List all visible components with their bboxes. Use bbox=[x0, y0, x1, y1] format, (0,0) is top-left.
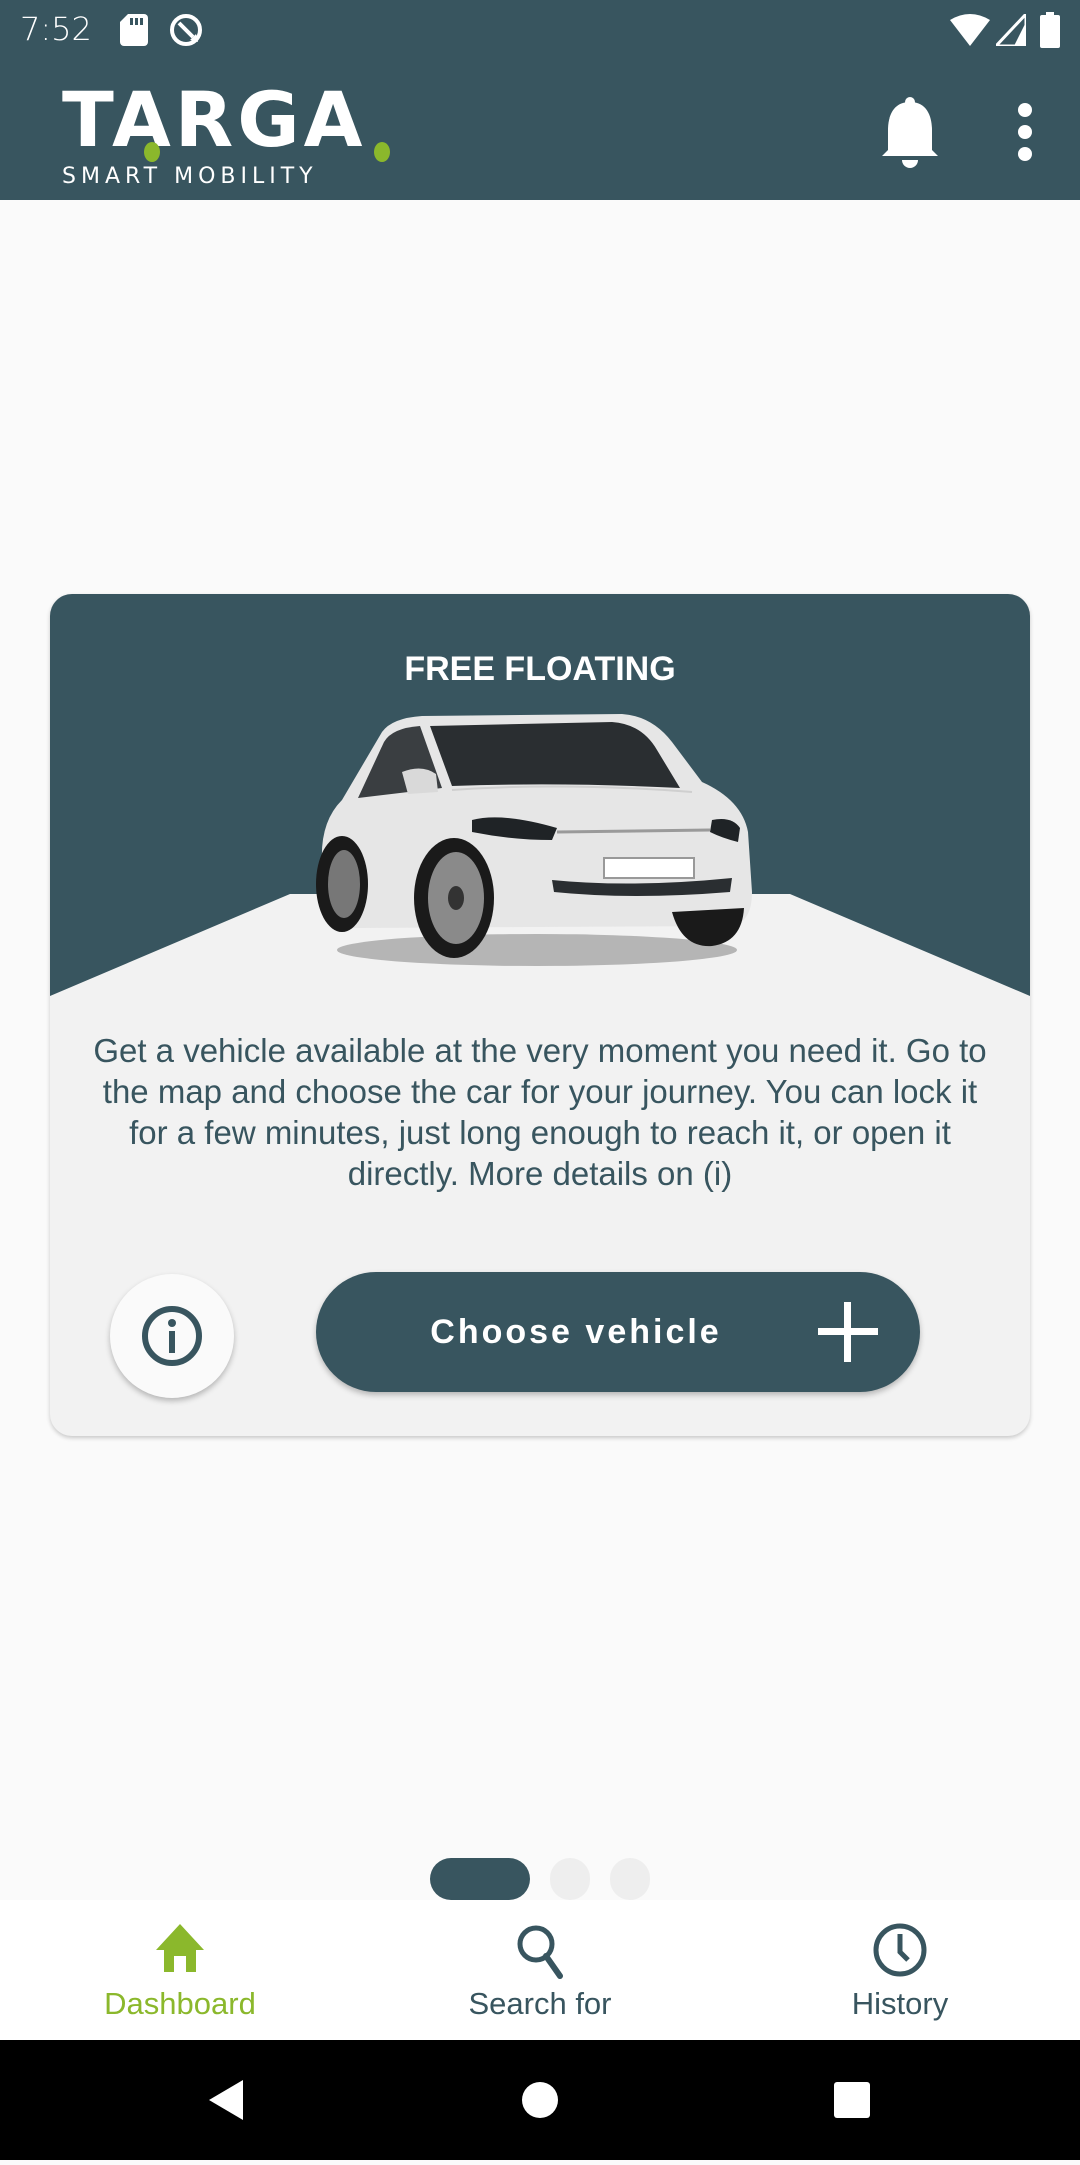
page-dot[interactable] bbox=[610, 1858, 650, 1900]
page-dot[interactable] bbox=[550, 1858, 590, 1900]
status-time: 7:52 bbox=[20, 10, 92, 48]
logo-sub-text: SMART MOBILITY bbox=[62, 164, 318, 189]
nav-item-search[interactable]: Search for bbox=[360, 1900, 720, 2040]
status-bar: 7:52 bbox=[0, 0, 1080, 60]
app-bar: TARGA SMART MOBILITY bbox=[0, 60, 1080, 200]
card-description: Get a vehicle available at the very mome… bbox=[93, 1032, 987, 1192]
sd-card-icon bbox=[120, 14, 148, 46]
nav-item-dashboard[interactable]: Dashboard bbox=[0, 1900, 360, 2040]
page-indicator bbox=[0, 1858, 1080, 1900]
back-icon bbox=[209, 2080, 243, 2120]
info-button[interactable] bbox=[110, 1274, 234, 1398]
bell-icon[interactable] bbox=[880, 96, 940, 168]
logo-dot bbox=[144, 142, 160, 162]
signal-icon bbox=[996, 14, 1026, 46]
logo-dot bbox=[374, 142, 390, 162]
nav-label-history: History bbox=[851, 1986, 949, 2021]
home-circle-icon bbox=[522, 2082, 558, 2118]
history-icon bbox=[873, 1923, 927, 1977]
nav-label-search: Search for bbox=[468, 1986, 612, 2021]
bottom-navigation: Dashboard Search for History bbox=[0, 1900, 1080, 2040]
choose-vehicle-label: Choose vehicle bbox=[430, 1313, 722, 1351]
recents-icon bbox=[834, 2082, 870, 2118]
system-back-button[interactable] bbox=[165, 2040, 285, 2160]
more-vert-icon[interactable] bbox=[1010, 100, 1040, 164]
system-navigation-bar bbox=[0, 2040, 1080, 2160]
free-floating-card: FREE FLOATING Get a vehicle available at… bbox=[50, 594, 1030, 1436]
wifi-icon bbox=[950, 14, 990, 46]
sync-icon bbox=[170, 14, 202, 46]
battery-icon bbox=[1040, 12, 1060, 48]
nav-item-history[interactable]: History bbox=[720, 1900, 1080, 2040]
nav-label-dashboard: Dashboard bbox=[104, 1986, 256, 2021]
logo-main-text: TARGA bbox=[62, 75, 367, 164]
choose-vehicle-button[interactable]: Choose vehicle bbox=[316, 1272, 920, 1392]
car-illustration bbox=[316, 714, 752, 966]
card-title: FREE FLOATING bbox=[404, 650, 676, 688]
search-icon bbox=[517, 1925, 563, 1979]
system-recents-button[interactable] bbox=[792, 2040, 912, 2160]
plus-icon bbox=[818, 1302, 878, 1362]
targa-logo[interactable]: TARGA SMART MOBILITY bbox=[62, 75, 412, 188]
info-icon bbox=[142, 1306, 202, 1366]
home-icon bbox=[156, 1924, 204, 1972]
page-dot-active[interactable] bbox=[430, 1858, 530, 1900]
system-home-button[interactable] bbox=[480, 2040, 600, 2160]
